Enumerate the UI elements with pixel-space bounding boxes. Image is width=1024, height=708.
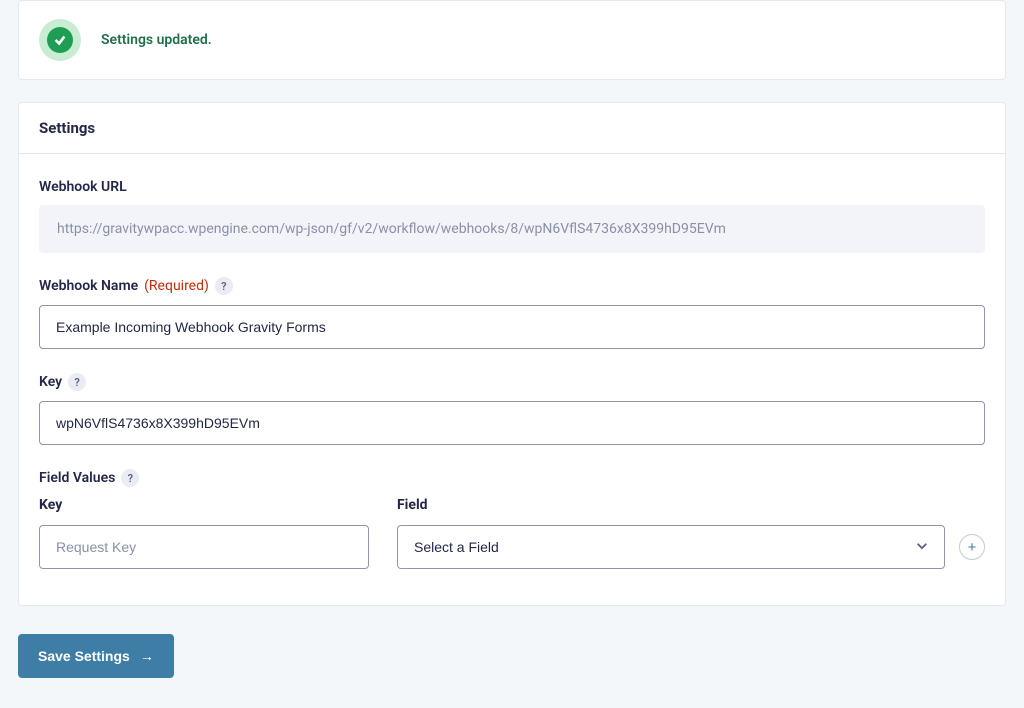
webhook-name-row: Webhook Name (Required) ? <box>39 275 985 349</box>
webhook-url-label: Webhook URL <box>39 179 127 195</box>
field-values-section: Field Values ? Key Field Select a Field <box>39 467 985 569</box>
arrow-right-icon: → <box>140 648 154 664</box>
help-icon[interactable]: ? <box>215 277 233 295</box>
key-row: Key ? <box>39 371 985 445</box>
key-input[interactable] <box>39 401 985 445</box>
check-icon <box>39 19 81 61</box>
alert-message: Settings updated. <box>101 32 212 48</box>
success-alert: Settings updated. <box>18 0 1006 80</box>
required-indicator: (Required) <box>144 278 209 294</box>
webhook-name-input[interactable] <box>39 305 985 349</box>
panel-title: Settings <box>39 119 985 137</box>
help-icon[interactable]: ? <box>121 469 139 487</box>
panel-header: Settings <box>19 103 1005 154</box>
save-settings-button[interactable]: Save Settings → <box>18 634 174 678</box>
settings-panel: Settings Webhook URL https://gravitywpac… <box>18 102 1006 606</box>
save-button-label: Save Settings <box>38 648 130 664</box>
request-key-input[interactable] <box>39 525 369 569</box>
field-select[interactable]: Select a Field <box>397 525 945 569</box>
field-values-label: Field Values <box>39 470 115 486</box>
add-row-button[interactable]: + <box>959 534 985 560</box>
webhook-url-row: Webhook URL https://gravitywpacc.wpengin… <box>39 176 985 253</box>
help-icon[interactable]: ? <box>68 373 86 391</box>
webhook-name-label: Webhook Name <box>39 278 138 294</box>
field-column-header: Field <box>397 497 985 513</box>
key-label: Key <box>39 374 62 390</box>
webhook-url-value: https://gravitywpacc.wpengine.com/wp-jso… <box>39 205 985 253</box>
key-column-header: Key <box>39 497 369 513</box>
